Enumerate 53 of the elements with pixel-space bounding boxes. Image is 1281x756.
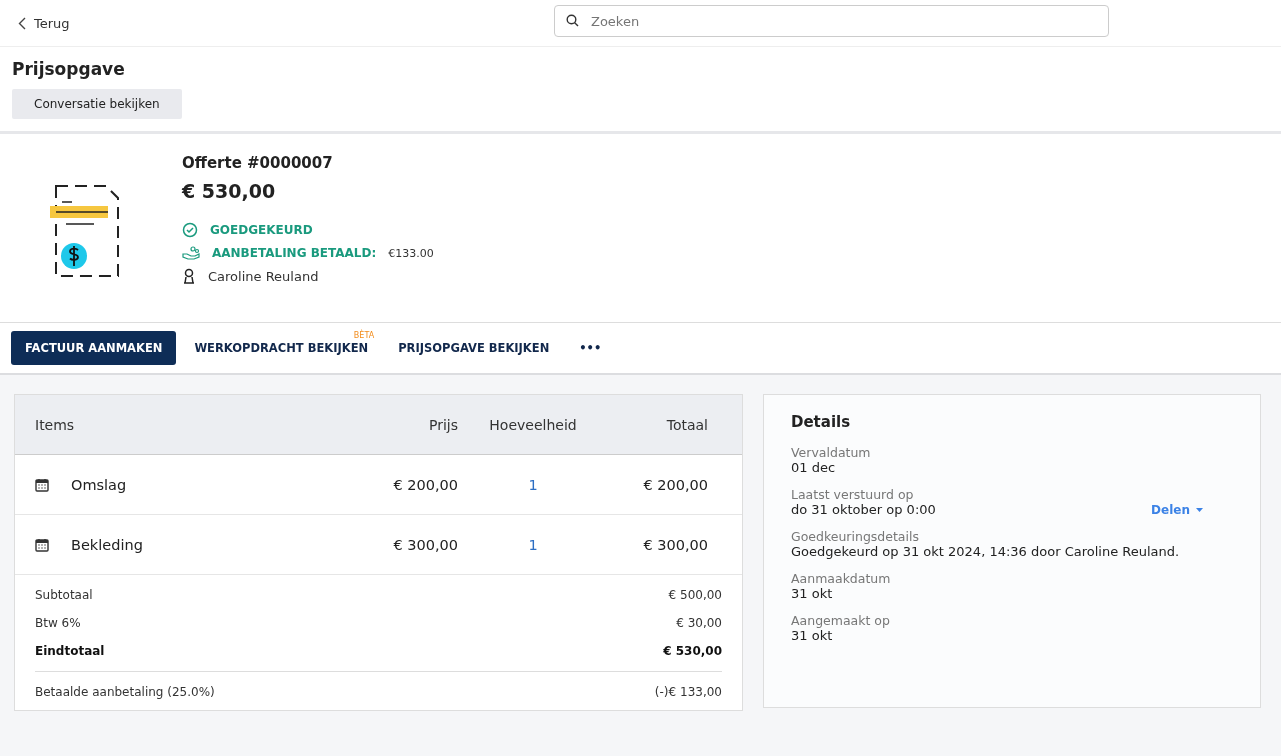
summary-value: (-)€ 133,00: [654, 685, 722, 699]
quote-number: Offerte #0000007: [182, 154, 334, 172]
item-name: Omslag: [71, 476, 127, 493]
more-button[interactable]: •••: [567, 331, 614, 365]
field-label: Aangemaakt op: [791, 613, 891, 628]
field-label: Laatst verstuurd op: [791, 487, 915, 502]
calendar-icon: [35, 537, 49, 552]
summary-label: Subtotaal: [35, 588, 93, 602]
item-price: € 300,00: [392, 536, 458, 553]
details-title: Details: [791, 413, 852, 431]
item-quantity: 1: [527, 536, 539, 553]
item-price: € 200,00: [392, 476, 458, 493]
summary-label: Btw 6%: [35, 616, 81, 630]
summary-value: € 530,00: [663, 644, 722, 658]
field-value: 31 okt: [791, 628, 833, 643]
quote-amount: € 530,00: [182, 180, 277, 202]
field-label: Aanmaakdatum: [791, 571, 892, 586]
hand-coins-icon: [182, 246, 200, 260]
item-total: € 300,00: [642, 536, 708, 553]
column-header: Totaal: [665, 416, 708, 433]
field-label: Vervaldatum: [791, 445, 872, 460]
action-link[interactable]: PRIJSOPGAVE BEKIJKEN: [386, 331, 562, 365]
check-circle-icon: [182, 222, 198, 238]
status-value: €133.00: [388, 246, 434, 260]
view-conversation-button[interactable]: Conversatie bekijken: [12, 89, 182, 119]
status-label: GOEDGEKEURD: [210, 223, 313, 237]
share-dropdown[interactable]: Delen: [1151, 502, 1203, 517]
back-button[interactable]: Terug: [12, 14, 76, 32]
chevron-left-icon: [18, 16, 26, 30]
person-icon: [182, 268, 196, 284]
column-header: Prijs: [427, 416, 458, 433]
summary-value: € 500,00: [668, 588, 722, 602]
summary-label: Betaalde aanbetaling (25.0%): [35, 685, 215, 699]
calendar-icon: [35, 477, 49, 492]
item-quantity: 1: [527, 476, 539, 493]
field-label: Goedkeuringsdetails: [791, 529, 920, 544]
item-name: Bekleding: [71, 536, 143, 553]
field-value: 31 okt: [791, 586, 833, 601]
create-invoice-button[interactable]: FACTUUR AANMAKEN: [11, 331, 177, 365]
caret-icon: [1196, 507, 1203, 512]
column-header: Items: [35, 416, 76, 433]
column-header: Hoeveelheid: [488, 416, 578, 433]
beta-label: BÈTA: [353, 331, 375, 340]
search-field[interactable]: Zoeken: [554, 5, 1109, 37]
field-value: Goedgekeurd op 31 okt 2024, 14:36 door Caroline Reuland.: [791, 544, 1180, 559]
summary-label: Eindtotaal: [35, 644, 105, 658]
summary-value: € 30,00: [676, 616, 722, 630]
field-value: 01 dec: [791, 460, 836, 475]
status-label: AANBETALING BETAALD:: [212, 246, 377, 260]
page-title: Prijsopgave: [12, 59, 126, 79]
customer-name: Caroline Reuland: [208, 268, 319, 284]
item-total: € 200,00: [642, 476, 708, 493]
field-value: do 31 oktober op 0:00: [791, 502, 936, 517]
